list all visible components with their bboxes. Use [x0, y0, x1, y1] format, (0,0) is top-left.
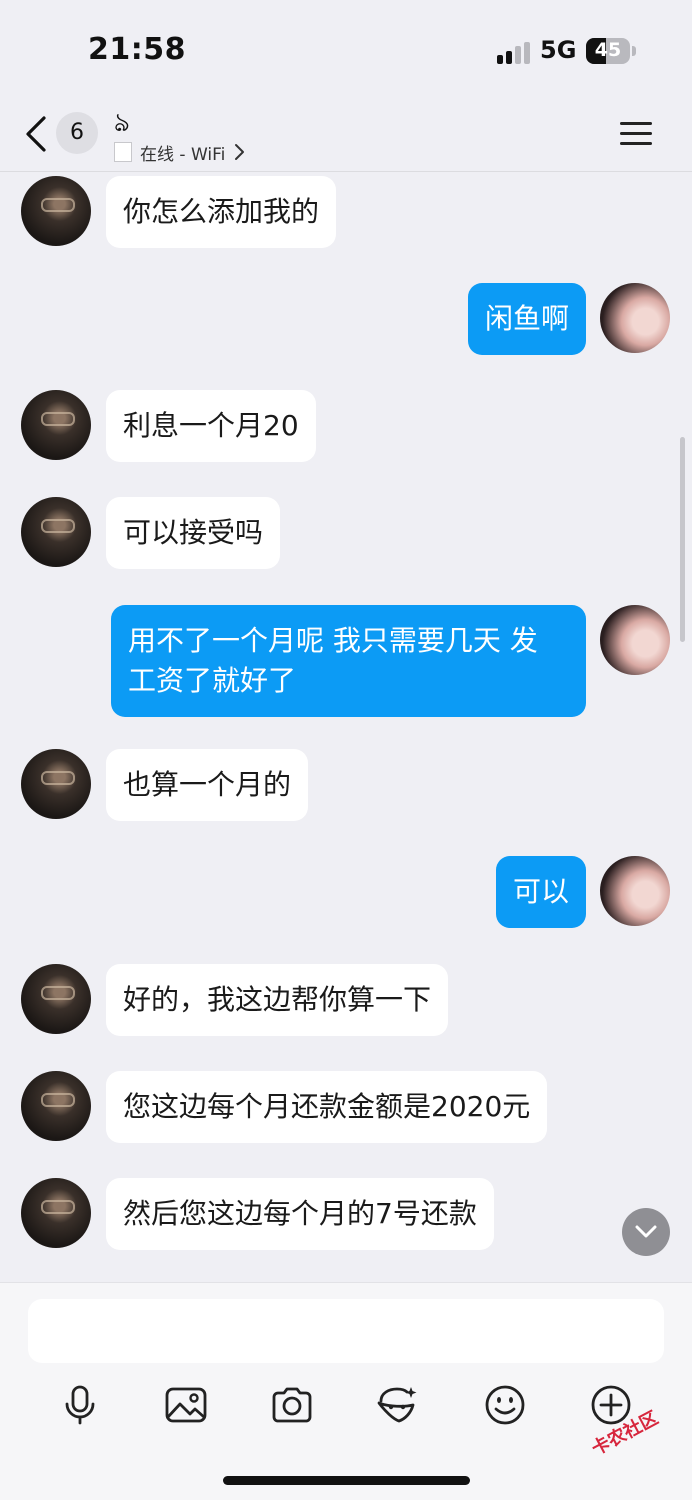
message-bubble[interactable]: 你怎么添加我的: [106, 176, 337, 248]
contact-avatar[interactable]: [21, 964, 91, 1034]
message-bubble[interactable]: 利息一个月20: [106, 390, 316, 462]
online-status-text: 在线 - WiFi: [140, 144, 226, 165]
contact-avatar[interactable]: [21, 390, 91, 460]
contact-avatar[interactable]: [21, 176, 91, 246]
contact-avatar[interactable]: [21, 497, 91, 567]
message-bubble[interactable]: 闲鱼啊: [467, 283, 586, 355]
message-bubble[interactable]: 用不了一个月呢 我只需要几天 发 工资了就好了: [111, 605, 586, 717]
my-avatar[interactable]: [600, 605, 670, 675]
message-bubble[interactable]: 也算一个月的: [106, 749, 309, 821]
sticker-icon[interactable]: [375, 1383, 419, 1427]
composer: [0, 1282, 692, 1500]
status-time: 21:58: [88, 32, 186, 67]
emoji-icon[interactable]: [483, 1383, 527, 1427]
image-icon[interactable]: [164, 1383, 208, 1427]
message-bubble[interactable]: 您这边每个月还款金额是2020元: [106, 1071, 548, 1143]
message-bubble[interactable]: 可以: [495, 856, 586, 928]
home-indicator[interactable]: [223, 1476, 470, 1485]
battery-level: 45: [594, 39, 622, 61]
scrollbar[interactable]: [680, 437, 685, 642]
contact-avatar[interactable]: [21, 1071, 91, 1141]
chevron-right-icon: [235, 144, 245, 160]
message-bubble[interactable]: 好的，我这边帮你算一下: [106, 964, 449, 1036]
message-bubble[interactable]: 然后您这边每个月的7号还款: [106, 1178, 494, 1250]
message-list[interactable]: 你怎么添加我的 闲鱼啊 利息一个月20 可以接受吗 用不了一个月呢 我只需要几天…: [0, 172, 692, 1282]
scroll-to-bottom-button[interactable]: [622, 1208, 670, 1256]
message-bubble[interactable]: 可以接受吗: [106, 497, 281, 569]
my-avatar[interactable]: [600, 283, 670, 353]
chat-header: 6 ঌ 在线 - WiFi: [0, 100, 692, 172]
unread-count-badge[interactable]: 6: [56, 112, 98, 154]
camera-icon[interactable]: [270, 1383, 314, 1427]
back-icon[interactable]: [22, 114, 52, 154]
battery-icon: 45: [586, 38, 630, 64]
device-icon: [114, 142, 132, 162]
signal-icon: [497, 40, 533, 64]
contact-avatar[interactable]: [21, 749, 91, 819]
network-type: 5G: [540, 36, 577, 64]
contact-avatar[interactable]: [21, 1178, 91, 1248]
menu-icon[interactable]: [620, 120, 654, 148]
chevron-down-icon: [635, 1225, 657, 1238]
message-input[interactable]: [28, 1299, 664, 1363]
microphone-icon[interactable]: [58, 1383, 102, 1427]
online-status[interactable]: 在线 - WiFi: [114, 140, 245, 165]
my-avatar[interactable]: [600, 856, 670, 926]
status-bar: 21:58 5G 45: [0, 0, 692, 100]
